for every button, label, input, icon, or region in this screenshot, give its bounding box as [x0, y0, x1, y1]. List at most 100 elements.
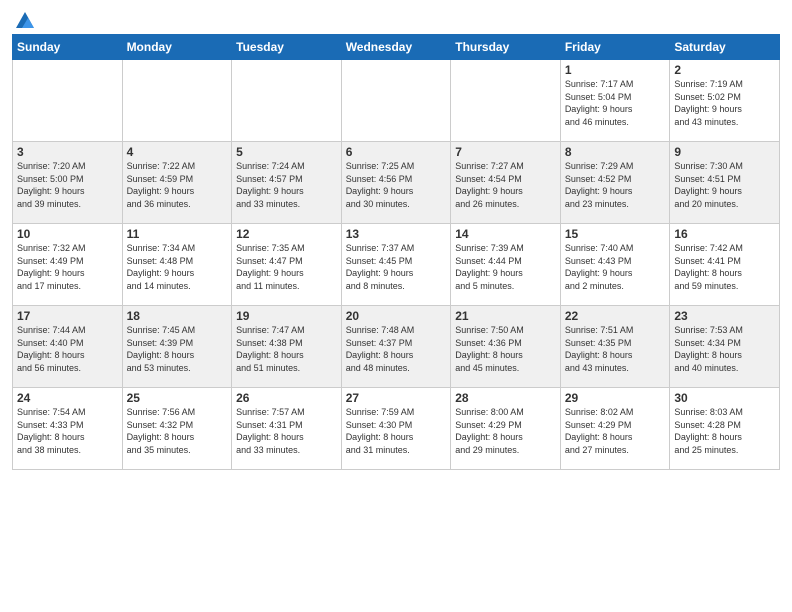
- day-info: Sunrise: 7:50 AM Sunset: 4:36 PM Dayligh…: [455, 324, 556, 374]
- calendar-cell: [341, 60, 451, 142]
- calendar-cell: 8Sunrise: 7:29 AM Sunset: 4:52 PM Daylig…: [560, 142, 670, 224]
- day-number: 23: [674, 309, 775, 323]
- day-info: Sunrise: 7:40 AM Sunset: 4:43 PM Dayligh…: [565, 242, 666, 292]
- day-number: 25: [127, 391, 228, 405]
- calendar-week-3: 10Sunrise: 7:32 AM Sunset: 4:49 PM Dayli…: [13, 224, 780, 306]
- calendar-cell: 3Sunrise: 7:20 AM Sunset: 5:00 PM Daylig…: [13, 142, 123, 224]
- calendar-cell: 14Sunrise: 7:39 AM Sunset: 4:44 PM Dayli…: [451, 224, 561, 306]
- header-day-wednesday: Wednesday: [341, 35, 451, 60]
- day-info: Sunrise: 7:54 AM Sunset: 4:33 PM Dayligh…: [17, 406, 118, 456]
- day-info: Sunrise: 7:53 AM Sunset: 4:34 PM Dayligh…: [674, 324, 775, 374]
- calendar-cell: 11Sunrise: 7:34 AM Sunset: 4:48 PM Dayli…: [122, 224, 232, 306]
- calendar-cell: 12Sunrise: 7:35 AM Sunset: 4:47 PM Dayli…: [232, 224, 342, 306]
- header-day-sunday: Sunday: [13, 35, 123, 60]
- calendar-week-2: 3Sunrise: 7:20 AM Sunset: 5:00 PM Daylig…: [13, 142, 780, 224]
- day-info: Sunrise: 7:35 AM Sunset: 4:47 PM Dayligh…: [236, 242, 337, 292]
- calendar-cell: 5Sunrise: 7:24 AM Sunset: 4:57 PM Daylig…: [232, 142, 342, 224]
- day-number: 14: [455, 227, 556, 241]
- day-number: 27: [346, 391, 447, 405]
- calendar-week-5: 24Sunrise: 7:54 AM Sunset: 4:33 PM Dayli…: [13, 388, 780, 470]
- day-info: Sunrise: 7:24 AM Sunset: 4:57 PM Dayligh…: [236, 160, 337, 210]
- calendar-cell: [451, 60, 561, 142]
- header-day-saturday: Saturday: [670, 35, 780, 60]
- header: [12, 10, 780, 28]
- calendar-cell: 26Sunrise: 7:57 AM Sunset: 4:31 PM Dayli…: [232, 388, 342, 470]
- calendar-cell: 30Sunrise: 8:03 AM Sunset: 4:28 PM Dayli…: [670, 388, 780, 470]
- calendar-header-row: SundayMondayTuesdayWednesdayThursdayFrid…: [13, 35, 780, 60]
- day-info: Sunrise: 7:29 AM Sunset: 4:52 PM Dayligh…: [565, 160, 666, 210]
- day-number: 20: [346, 309, 447, 323]
- day-info: Sunrise: 7:56 AM Sunset: 4:32 PM Dayligh…: [127, 406, 228, 456]
- day-info: Sunrise: 7:22 AM Sunset: 4:59 PM Dayligh…: [127, 160, 228, 210]
- day-info: Sunrise: 7:47 AM Sunset: 4:38 PM Dayligh…: [236, 324, 337, 374]
- day-number: 12: [236, 227, 337, 241]
- calendar-cell: 9Sunrise: 7:30 AM Sunset: 4:51 PM Daylig…: [670, 142, 780, 224]
- day-info: Sunrise: 7:57 AM Sunset: 4:31 PM Dayligh…: [236, 406, 337, 456]
- day-number: 26: [236, 391, 337, 405]
- calendar-cell: 13Sunrise: 7:37 AM Sunset: 4:45 PM Dayli…: [341, 224, 451, 306]
- day-info: Sunrise: 7:42 AM Sunset: 4:41 PM Dayligh…: [674, 242, 775, 292]
- main-container: SundayMondayTuesdayWednesdayThursdayFrid…: [0, 0, 792, 478]
- header-day-tuesday: Tuesday: [232, 35, 342, 60]
- header-day-thursday: Thursday: [451, 35, 561, 60]
- day-number: 30: [674, 391, 775, 405]
- day-number: 4: [127, 145, 228, 159]
- day-info: Sunrise: 7:48 AM Sunset: 4:37 PM Dayligh…: [346, 324, 447, 374]
- day-number: 16: [674, 227, 775, 241]
- day-info: Sunrise: 7:37 AM Sunset: 4:45 PM Dayligh…: [346, 242, 447, 292]
- calendar-cell: [13, 60, 123, 142]
- day-info: Sunrise: 7:44 AM Sunset: 4:40 PM Dayligh…: [17, 324, 118, 374]
- calendar-cell: 25Sunrise: 7:56 AM Sunset: 4:32 PM Dayli…: [122, 388, 232, 470]
- day-number: 3: [17, 145, 118, 159]
- calendar-cell: 27Sunrise: 7:59 AM Sunset: 4:30 PM Dayli…: [341, 388, 451, 470]
- calendar-cell: 10Sunrise: 7:32 AM Sunset: 4:49 PM Dayli…: [13, 224, 123, 306]
- calendar-cell: 15Sunrise: 7:40 AM Sunset: 4:43 PM Dayli…: [560, 224, 670, 306]
- day-info: Sunrise: 7:30 AM Sunset: 4:51 PM Dayligh…: [674, 160, 775, 210]
- day-info: Sunrise: 7:32 AM Sunset: 4:49 PM Dayligh…: [17, 242, 118, 292]
- calendar-week-4: 17Sunrise: 7:44 AM Sunset: 4:40 PM Dayli…: [13, 306, 780, 388]
- calendar-cell: 24Sunrise: 7:54 AM Sunset: 4:33 PM Dayli…: [13, 388, 123, 470]
- calendar-cell: 16Sunrise: 7:42 AM Sunset: 4:41 PM Dayli…: [670, 224, 780, 306]
- day-number: 24: [17, 391, 118, 405]
- day-info: Sunrise: 8:00 AM Sunset: 4:29 PM Dayligh…: [455, 406, 556, 456]
- calendar-cell: 1Sunrise: 7:17 AM Sunset: 5:04 PM Daylig…: [560, 60, 670, 142]
- day-info: Sunrise: 7:39 AM Sunset: 4:44 PM Dayligh…: [455, 242, 556, 292]
- calendar-cell: 4Sunrise: 7:22 AM Sunset: 4:59 PM Daylig…: [122, 142, 232, 224]
- calendar-cell: 20Sunrise: 7:48 AM Sunset: 4:37 PM Dayli…: [341, 306, 451, 388]
- day-number: 8: [565, 145, 666, 159]
- day-number: 11: [127, 227, 228, 241]
- day-info: Sunrise: 7:45 AM Sunset: 4:39 PM Dayligh…: [127, 324, 228, 374]
- day-info: Sunrise: 7:17 AM Sunset: 5:04 PM Dayligh…: [565, 78, 666, 128]
- calendar-cell: 28Sunrise: 8:00 AM Sunset: 4:29 PM Dayli…: [451, 388, 561, 470]
- day-number: 29: [565, 391, 666, 405]
- calendar-cell: 18Sunrise: 7:45 AM Sunset: 4:39 PM Dayli…: [122, 306, 232, 388]
- day-number: 5: [236, 145, 337, 159]
- day-number: 21: [455, 309, 556, 323]
- calendar-cell: 17Sunrise: 7:44 AM Sunset: 4:40 PM Dayli…: [13, 306, 123, 388]
- calendar-cell: 6Sunrise: 7:25 AM Sunset: 4:56 PM Daylig…: [341, 142, 451, 224]
- calendar-table: SundayMondayTuesdayWednesdayThursdayFrid…: [12, 34, 780, 470]
- day-number: 28: [455, 391, 556, 405]
- logo-icon: [14, 10, 36, 32]
- calendar-cell: 19Sunrise: 7:47 AM Sunset: 4:38 PM Dayli…: [232, 306, 342, 388]
- day-info: Sunrise: 7:25 AM Sunset: 4:56 PM Dayligh…: [346, 160, 447, 210]
- calendar-cell: 22Sunrise: 7:51 AM Sunset: 4:35 PM Dayli…: [560, 306, 670, 388]
- day-number: 10: [17, 227, 118, 241]
- day-number: 6: [346, 145, 447, 159]
- header-day-friday: Friday: [560, 35, 670, 60]
- calendar-cell: [122, 60, 232, 142]
- day-number: 7: [455, 145, 556, 159]
- day-number: 1: [565, 63, 666, 77]
- calendar-cell: 29Sunrise: 8:02 AM Sunset: 4:29 PM Dayli…: [560, 388, 670, 470]
- day-number: 15: [565, 227, 666, 241]
- day-info: Sunrise: 7:20 AM Sunset: 5:00 PM Dayligh…: [17, 160, 118, 210]
- day-number: 18: [127, 309, 228, 323]
- day-info: Sunrise: 7:59 AM Sunset: 4:30 PM Dayligh…: [346, 406, 447, 456]
- day-number: 2: [674, 63, 775, 77]
- day-info: Sunrise: 7:19 AM Sunset: 5:02 PM Dayligh…: [674, 78, 775, 128]
- calendar-cell: [232, 60, 342, 142]
- day-number: 17: [17, 309, 118, 323]
- day-info: Sunrise: 7:27 AM Sunset: 4:54 PM Dayligh…: [455, 160, 556, 210]
- day-number: 22: [565, 309, 666, 323]
- calendar-cell: 2Sunrise: 7:19 AM Sunset: 5:02 PM Daylig…: [670, 60, 780, 142]
